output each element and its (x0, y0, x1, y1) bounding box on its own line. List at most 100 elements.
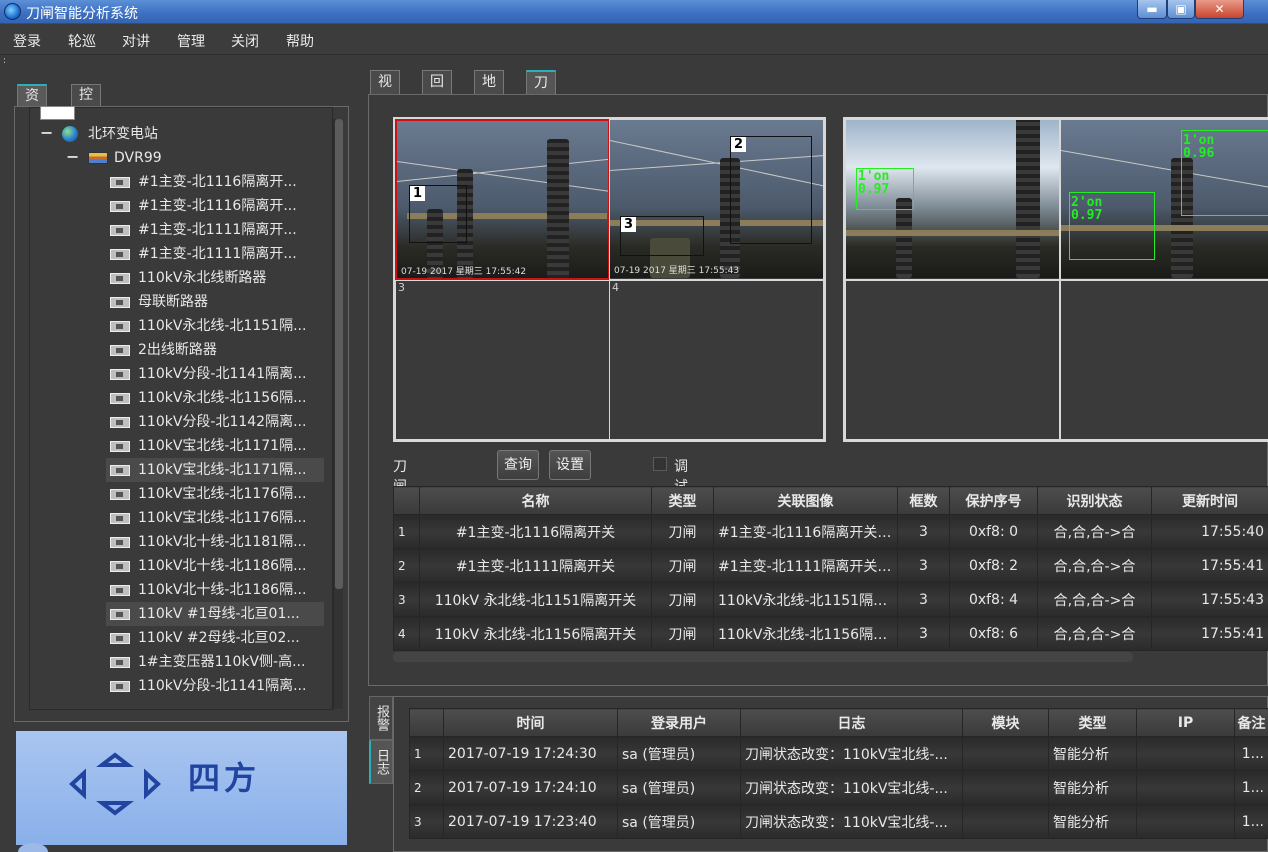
table-row[interactable]: 4 110kV 永北线-北1156隔离开关 刀闸 110kV永北线-北1156隔… 3 0… (393, 616, 1268, 651)
maximize-button[interactable]: ▣ (1167, 0, 1195, 19)
menu-login[interactable]: 登录 (13, 31, 41, 51)
table-cell: 0xf8: 2 (949, 548, 1038, 583)
cell-number: 4 (612, 281, 619, 294)
table-hscrollbar[interactable] (393, 652, 1133, 662)
column-header[interactable]: 保护序号 (949, 486, 1038, 515)
analysis-cell-1[interactable]: 1'on 0.97 (845, 119, 1060, 280)
column-header[interactable] (393, 486, 420, 515)
tree-item-camera[interactable]: 110kV分段-北1142隔离... (106, 410, 324, 434)
table-cell: 17:55:41 (1151, 548, 1268, 583)
video-cell-4[interactable]: 4 (609, 280, 824, 440)
video-grid-left: 07-19 2017 星期三 17:55:42 1 07-19 2017 星期三… (393, 117, 826, 442)
table-cell: 智能分析 (1048, 804, 1137, 839)
settings-button[interactable]: 设置 (549, 450, 591, 480)
table-row[interactable]: 1 2017-07-19 17:24:30 sa (管理员) 刀闸状态改变：110kV… (409, 736, 1268, 771)
column-header[interactable] (409, 708, 444, 737)
menu-help[interactable]: 帮助 (286, 31, 314, 51)
menu-close[interactable]: 关闭 (231, 31, 259, 51)
table-row[interactable]: 3 110kV 永北线-北1151隔离开关 刀闸 110kV永北线-北1151隔… 3 0… (393, 582, 1268, 617)
tree-item-camera[interactable]: 2出线断路器 (106, 338, 324, 362)
tree-item-camera[interactable]: 110kV北十线-北1181隔... (106, 530, 324, 554)
tree-item-camera[interactable]: 110kV #1母线-北亘01... (106, 602, 324, 626)
table-row[interactable]: 2 2017-07-19 17:24:10 sa (管理员) 刀闸状态改变：110kV… (409, 770, 1268, 805)
column-header[interactable]: 类型 (651, 486, 714, 515)
tree-item-camera[interactable]: #1主变-北1111隔离开... (106, 218, 324, 242)
column-header[interactable]: 更新时间 (1151, 486, 1268, 515)
tab-video[interactable]: 视频 (370, 70, 400, 112)
tree-item-camera[interactable]: 110kV永北线-北1156隔... (106, 386, 324, 410)
tree-item-camera[interactable]: 110kV宝北线-北1176隔... (106, 506, 324, 530)
column-header[interactable]: 备注 (1234, 708, 1268, 737)
tab-knife-switch[interactable]: 刀闸 (526, 70, 556, 113)
tree-item-camera[interactable]: 110kV北十线-北1186隔... (106, 578, 324, 602)
tree-item-camera[interactable]: 110kV北十线-北1186隔... (106, 554, 324, 578)
tree-item-camera[interactable]: #1主变-北1116隔离开... (106, 194, 324, 218)
camera-icon (110, 585, 130, 596)
tree-item-camera[interactable]: 110kV永北线-北1151隔... (106, 314, 324, 338)
menu-patrol[interactable]: 轮巡 (68, 31, 96, 51)
analysis-cell-4[interactable] (1060, 280, 1268, 440)
column-header[interactable]: 模块 (962, 708, 1049, 737)
query-button[interactable]: 查询 (497, 450, 539, 480)
column-header[interactable]: 识别状态 (1037, 486, 1152, 515)
camera-label: 110kV宝北线-北1176隔... (138, 510, 307, 526)
debug-mode-checkbox[interactable] (653, 457, 667, 471)
tree-item-camera[interactable]: 110kV分段-北1141隔离... (106, 674, 324, 698)
tree-item-camera[interactable]: 110kV宝北线-北1176隔... (106, 482, 324, 506)
video-timestamp: 07-19 2017 星期三 17:55:42 (401, 267, 527, 277)
camera-icon (110, 297, 130, 308)
camera-label: 2出线断路器 (138, 342, 217, 358)
grip-dots: : (3, 56, 7, 66)
tree-node-dvr[interactable]: − DVR99 (66, 146, 326, 170)
tab-log[interactable]: 日志 (369, 740, 393, 784)
tree-scroll-thumb[interactable] (335, 119, 343, 589)
menu-intercom[interactable]: 对讲 (122, 31, 150, 51)
menu-manage[interactable]: 管理 (177, 31, 205, 51)
tree-item-camera[interactable]: 母联断路器 (106, 290, 324, 314)
collapse-icon[interactable]: − (66, 149, 79, 165)
video-cell-2[interactable]: 07-19 2017 星期三 17:55:43 2 3 (609, 119, 824, 280)
close-button[interactable]: ✕ (1195, 0, 1244, 19)
tree-item-camera[interactable]: #1主变-北1116隔离开... (106, 170, 324, 194)
table-cell: 3 (393, 582, 420, 617)
tree-item-camera[interactable]: 110kV分段-北1141隔离... (106, 362, 324, 386)
tab-playback[interactable]: 回放 (422, 70, 452, 112)
tree-item-camera[interactable]: 110kV #2母线-北亘02... (106, 626, 324, 650)
column-header[interactable]: 关联图像 (713, 486, 898, 515)
video-cell-1[interactable]: 07-19 2017 星期三 17:55:42 1 (395, 119, 610, 280)
table-cell: 3 (897, 548, 950, 583)
table-row[interactable]: 1 #1主变-北1116隔离开关 刀闸 #1主变-北1116隔离开关… 3 0xf8: 0… (393, 514, 1268, 549)
table-cell: 智能分析 (1048, 736, 1137, 771)
table-cell: 110kV永北线-北1156隔… (713, 616, 898, 651)
table-row[interactable]: 3 2017-07-19 17:23:40 sa (管理员) 刀闸状态改变：110kV… (409, 804, 1268, 839)
analysis-cell-2[interactable]: 1'on 0.96 2'on 0.97 (1060, 119, 1268, 280)
tab-alarm[interactable]: 报警 (369, 696, 393, 740)
column-header[interactable]: 登录用户 (617, 708, 741, 737)
table-row[interactable]: 2 #1主变-北1111隔离开关 刀闸 #1主变-北1111隔离开关… 3 0xf8: 2… (393, 548, 1268, 583)
video-cell-3[interactable]: 3 (395, 280, 610, 440)
tree-item-camera[interactable]: 110kV宝北线-北1171隔... (106, 458, 324, 482)
column-header[interactable]: 时间 (443, 708, 618, 737)
minimize-button[interactable]: ▬ (1137, 0, 1167, 19)
tab-resources[interactable]: 资源 (17, 84, 47, 124)
column-header[interactable]: 类型 (1048, 708, 1137, 737)
tab-control[interactable]: 控制 (71, 84, 101, 123)
tree-scrollbar[interactable] (333, 119, 343, 709)
tree-item-camera[interactable]: 110kV宝北线-北1171隔... (106, 434, 324, 458)
column-header[interactable]: 日志 (740, 708, 963, 737)
analysis-cell-3[interactable] (845, 280, 1060, 440)
tab-map[interactable]: 地图 (474, 70, 504, 112)
camera-label: 110kV宝北线-北1171隔... (138, 438, 307, 454)
column-header[interactable]: 框数 (897, 486, 950, 515)
tree-item-camera[interactable]: #1主变-北1111隔离开... (106, 242, 324, 266)
camera-label: 母联断路器 (138, 294, 208, 310)
collapse-icon[interactable]: − (40, 125, 53, 141)
app-globe-icon (4, 3, 21, 20)
column-header[interactable]: 名称 (419, 486, 652, 515)
tree-item-camera[interactable]: 110kV永北线断路器 (106, 266, 324, 290)
tree-item-camera[interactable]: 1#主变压器110kV侧-高... (106, 650, 324, 674)
tree-node-station[interactable]: − 北环变电站 (40, 122, 320, 146)
detection-label: 2'on 0.97 (1071, 195, 1103, 223)
column-header[interactable]: IP (1136, 708, 1235, 737)
camera-label: 110kV永北线-北1151隔... (138, 318, 307, 334)
